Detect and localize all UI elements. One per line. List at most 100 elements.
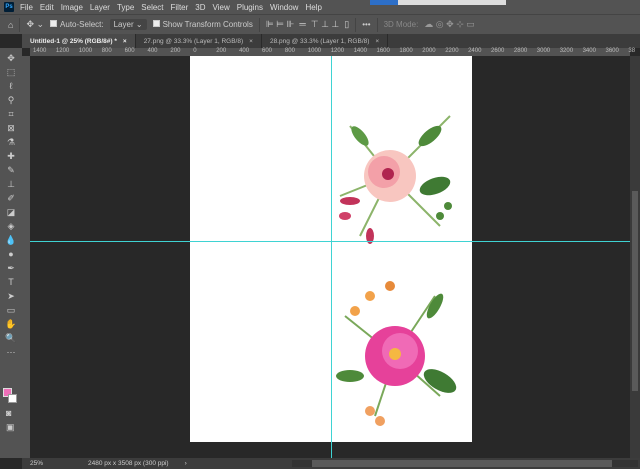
ruler-tick-label: 3600 — [606, 48, 619, 54]
status-bar: 25% 2480 px x 3508 px (300 ppi) › — [22, 458, 640, 469]
home-icon[interactable]: ⌂ — [8, 20, 13, 30]
vertical-ruler — [22, 56, 30, 458]
3d-tools-icons[interactable]: ☁ ◎ ✥ ⊹ ▭ — [424, 19, 474, 30]
vertical-guide[interactable] — [331, 56, 332, 458]
blur-tool-icon[interactable]: 💧 — [5, 234, 16, 246]
ruler-tick-label: 1400 — [354, 48, 367, 54]
screen-mode-icon[interactable]: ▣ — [6, 422, 15, 433]
vertical-scrollbar[interactable] — [630, 56, 640, 458]
menu-plugins[interactable]: Plugins — [237, 3, 263, 12]
ruler-tick-label: 600 — [125, 48, 135, 54]
move-tool-icon[interactable]: ✥ — [7, 52, 15, 64]
options-bar: ⌂ ✥ ⌄ Auto-Select: Layer ⌄ Show Transfor… — [0, 14, 640, 34]
ruler-tick-label: 0 — [193, 48, 196, 54]
horizontal-ruler: 1400120010008006004002000200400600800100… — [30, 48, 630, 56]
menu-3d[interactable]: 3D — [195, 3, 205, 12]
menu-window[interactable]: Window — [270, 3, 298, 12]
background-color-swatch[interactable] — [8, 394, 17, 403]
ruler-tick-label: 600 — [262, 48, 272, 54]
ruler-tick-label: 1000 — [308, 48, 321, 54]
close-icon[interactable]: × — [375, 38, 379, 45]
progress-bar — [370, 0, 506, 5]
show-transform-checkbox[interactable]: Show Transform Controls — [153, 20, 253, 29]
rectangle-tool-icon[interactable]: ▭ — [7, 304, 16, 316]
divider — [377, 18, 378, 32]
ruler-tick-label: 2600 — [491, 48, 504, 54]
ruler-tick-label: 3400 — [583, 48, 596, 54]
menu-layer[interactable]: Layer — [90, 3, 110, 12]
ruler-tick-label: 1400 — [33, 48, 46, 54]
zoom-tool-icon[interactable]: 🔍 — [5, 332, 16, 344]
menu-type[interactable]: Type — [117, 3, 134, 12]
ruler-tick-label: 800 — [102, 48, 112, 54]
pen-tool-icon[interactable]: ✒ — [7, 262, 15, 274]
tab-27-png[interactable]: 27.png @ 33.3% (Layer 1, RGB/8) × — [136, 34, 262, 48]
move-tool-icon[interactable]: ✥ ⌄ — [26, 19, 44, 30]
document-tabs: Untitled-1 @ 25% (RGB/8#) * × 27.png @ 33… — [22, 34, 640, 48]
ruler-tick-label: 2800 — [514, 48, 527, 54]
hand-tool-icon[interactable]: ✋ — [5, 318, 16, 330]
more-options-button[interactable]: ••• — [362, 20, 370, 29]
path-select-icon[interactable]: ➤ — [7, 290, 15, 302]
more-tools-icon[interactable]: ⋯ — [7, 346, 16, 358]
horizontal-guide[interactable] — [30, 241, 630, 242]
tab-label: Untitled-1 @ 25% (RGB/8#) * — [30, 38, 117, 45]
close-icon[interactable]: × — [123, 38, 127, 45]
tab-label: 27.png @ 33.3% (Layer 1, RGB/8) — [144, 38, 243, 45]
auto-select-checkbox[interactable]: Auto-Select: — [50, 20, 104, 29]
dodge-tool-icon[interactable]: ● — [8, 248, 13, 260]
crop-tool-icon[interactable]: ⌗ — [8, 108, 13, 120]
bottom-bouquet — [336, 281, 460, 426]
status-arrow[interactable]: › — [185, 460, 187, 467]
brush-tool-icon[interactable]: ✎ — [7, 164, 15, 176]
frame-tool-icon[interactable]: ⊠ — [7, 122, 15, 134]
lasso-tool-icon[interactable]: ℓ — [10, 80, 13, 92]
ruler-tick-label: 400 — [148, 48, 158, 54]
healing-brush-icon[interactable]: ✚ — [7, 150, 15, 162]
ruler-tick-label: 200 — [216, 48, 226, 54]
ruler-tick-label: 3000 — [537, 48, 550, 54]
ruler-tick-label: 400 — [239, 48, 249, 54]
divider — [19, 18, 20, 32]
history-brush-icon[interactable]: ✐ — [7, 192, 15, 204]
tab-untitled-1[interactable]: Untitled-1 @ 25% (RGB/8#) * × — [22, 34, 136, 48]
ruler-tick-label: 1600 — [377, 48, 390, 54]
auto-select-label: Auto-Select: — [60, 20, 104, 29]
type-tool-icon[interactable]: T — [8, 276, 14, 288]
ruler-tick-label: 2200 — [445, 48, 458, 54]
tab-28-png[interactable]: 28.png @ 33.3% (Layer 1, RGB/8)× — [262, 34, 388, 48]
ruler-tick-label: 1800 — [399, 48, 412, 54]
menu-filter[interactable]: Filter — [171, 3, 189, 12]
ruler-tick-label: 38 — [628, 48, 635, 54]
ruler-tick-label: 2400 — [468, 48, 481, 54]
zoom-level[interactable]: 25% — [30, 460, 80, 467]
horizontal-scrollbar[interactable] — [292, 460, 638, 467]
auto-select-value: Layer — [114, 20, 134, 29]
menu-view[interactable]: View — [213, 3, 230, 12]
menu-image[interactable]: Image — [61, 3, 83, 12]
eyedropper-icon[interactable]: ⚗ — [7, 136, 15, 148]
eraser-icon[interactable]: ◪ — [7, 206, 16, 218]
ruler-tick-label: 3200 — [560, 48, 573, 54]
photoshop-logo: Ps — [4, 2, 14, 12]
stamp-tool-icon[interactable]: ⊥ — [7, 178, 15, 190]
ruler-tick-label: 1200 — [331, 48, 344, 54]
menu-select[interactable]: Select — [141, 3, 163, 12]
ruler-tick-label: 200 — [170, 48, 180, 54]
menu-help[interactable]: Help — [305, 3, 321, 12]
ruler-tick-label: 800 — [285, 48, 295, 54]
close-icon[interactable]: × — [249, 38, 253, 45]
quick-mask-icon[interactable]: ◙ — [6, 408, 11, 418]
3d-mode-label: 3D Mode: — [384, 20, 419, 29]
menu-file[interactable]: File — [20, 3, 33, 12]
top-bouquet — [339, 116, 453, 244]
divider — [259, 18, 260, 32]
marquee-tool-icon[interactable]: ⬚ — [7, 66, 16, 78]
align-icons[interactable]: ⊫ ⊨ ⊪ ═ ⊤ ⊥ ⊥ ▯ — [266, 19, 349, 30]
auto-select-dropdown[interactable]: Layer ⌄ — [110, 19, 147, 30]
paint-bucket-icon[interactable]: ◈ — [8, 220, 15, 232]
magic-wand-icon[interactable]: ⚲ — [8, 94, 15, 106]
menu-bar: Ps File Edit Image Layer Type Select Fil… — [0, 0, 640, 14]
menu-edit[interactable]: Edit — [40, 3, 54, 12]
transform-label: Show Transform Controls — [163, 20, 253, 29]
